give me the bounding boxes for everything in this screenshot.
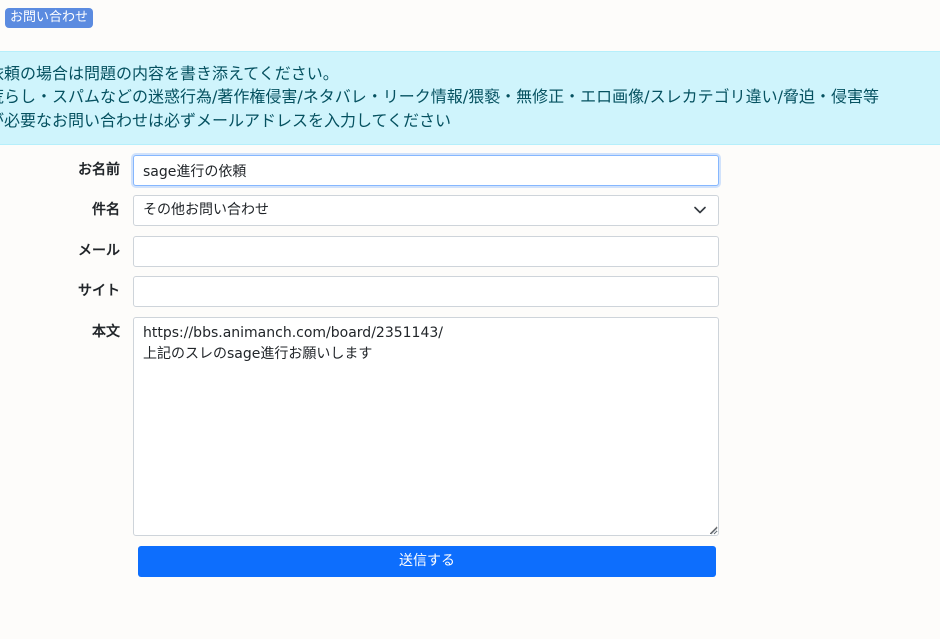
notice-line-1: 依頼の場合は問題の内容を書き添えてください。 <box>0 64 339 83</box>
subject-select-value: その他お問い合わせ <box>143 202 269 218</box>
chevron-down-icon <box>694 206 706 214</box>
subject-label: 件名 <box>92 202 120 218</box>
contact-page: お問い合わせ 依頼の場合は問題の内容を書き添えてください。 荒らし・スパムなどの… <box>0 0 940 639</box>
site-input[interactable] <box>133 276 719 307</box>
name-label: お名前 <box>78 162 120 178</box>
subject-select[interactable]: その他お問い合わせ <box>133 195 719 226</box>
email-label: メール <box>78 243 120 259</box>
notice-line-3: が必要なお問い合わせは必ずメールアドレスを入力してください <box>0 111 452 130</box>
email-input[interactable] <box>133 236 719 267</box>
notice-line-2: 荒らし・スパムなどの迷惑行為/著作権侵害/ネタバレ・リーク情報/猥褻・無修正・エ… <box>0 87 879 106</box>
submit-button[interactable]: 送信する <box>138 546 716 577</box>
page-title-badge[interactable]: お問い合わせ <box>5 8 94 28</box>
body-label: 本文 <box>92 324 120 340</box>
resize-grip-icon[interactable] <box>710 527 718 535</box>
name-input[interactable] <box>133 155 719 186</box>
notice-banner: 依頼の場合は問題の内容を書き添えてください。 荒らし・スパムなどの迷惑行為/著作… <box>0 51 940 145</box>
body-textarea[interactable]: https://bbs.animanch.com/board/2351143/ … <box>133 317 719 536</box>
site-label: サイト <box>78 283 120 299</box>
